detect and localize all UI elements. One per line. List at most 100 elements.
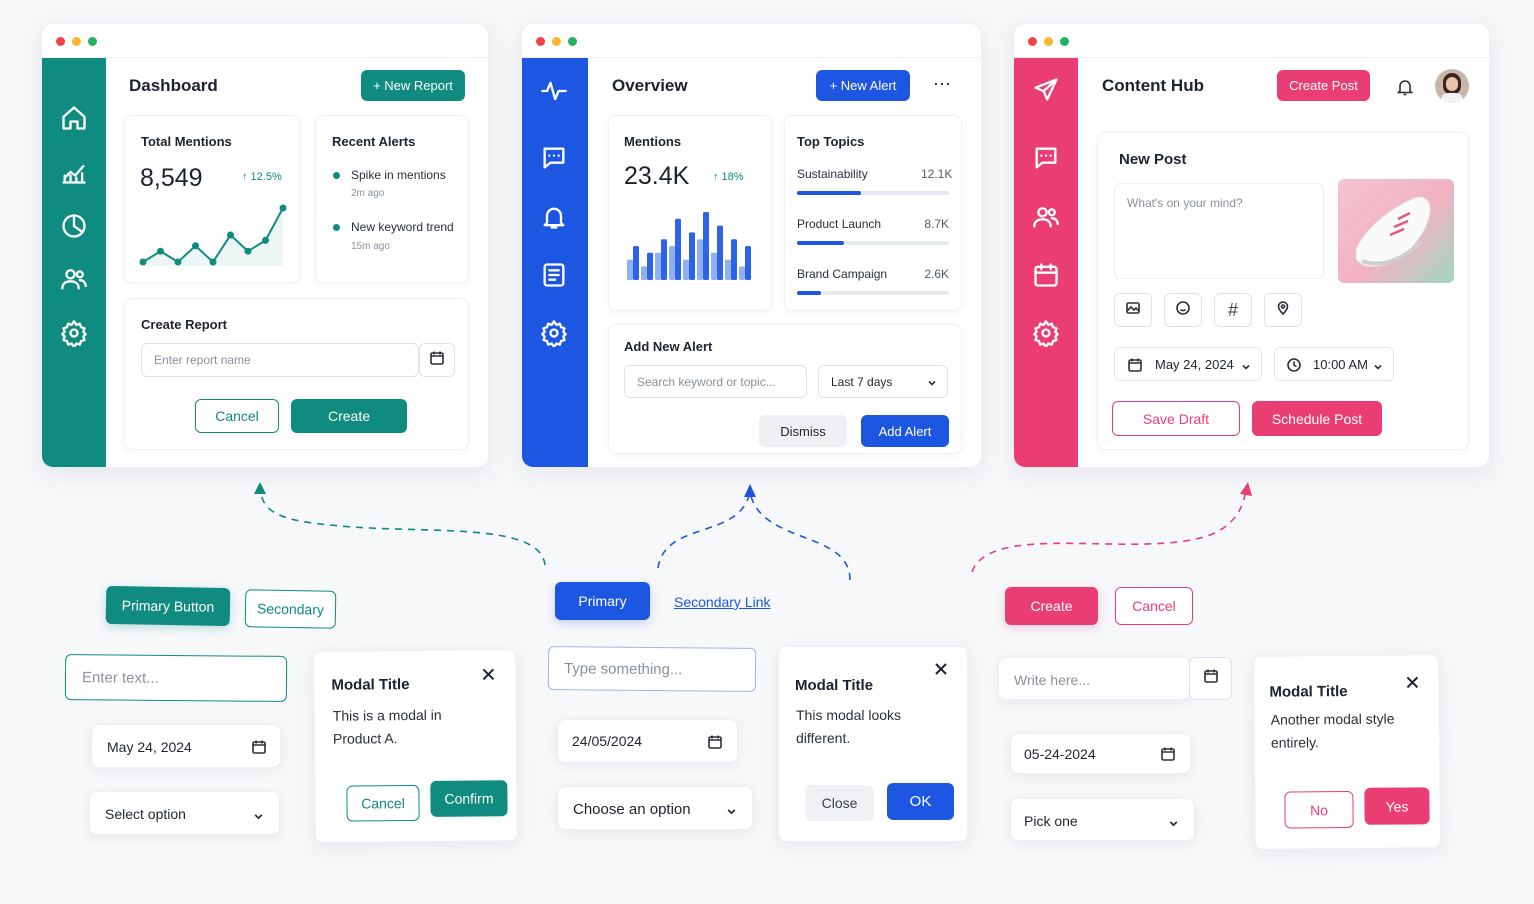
modal-close-button[interactable]: Close: [805, 785, 874, 821]
users-icon[interactable]: [60, 265, 88, 293]
card-label: Mentions: [624, 134, 682, 149]
avatar[interactable]: [1435, 69, 1469, 103]
teal-date-picker[interactable]: May 24, 2024: [91, 724, 281, 768]
add-alert-button[interactable]: Add Alert: [861, 415, 949, 447]
blue-select[interactable]: Choose an option: [557, 786, 753, 830]
dashboard-window: Dashboard + New Report Total Mentions 8,…: [41, 23, 489, 468]
post-date-picker[interactable]: May 24, 2024: [1114, 347, 1262, 381]
maximize-dot[interactable]: [88, 37, 97, 46]
mentions-value: 8,549: [140, 164, 203, 192]
modal-confirm-button[interactable]: Confirm: [430, 780, 508, 817]
blue-primary-button[interactable]: Primary: [555, 582, 650, 620]
close-icon[interactable]: [934, 662, 948, 676]
range-select[interactable]: Last 7 days: [818, 365, 948, 398]
pink-date-picker[interactable]: 05-24-2024: [1010, 733, 1191, 774]
sneaker-icon: [1355, 196, 1431, 267]
pink-text-input[interactable]: Write here...: [998, 657, 1190, 700]
bar-light: [683, 259, 689, 280]
blue-modal: Modal Title This modal looks different. …: [778, 646, 968, 842]
minimize-dot[interactable]: [1044, 37, 1053, 46]
topic-progress-track: [797, 191, 949, 195]
create-post-button[interactable]: Create Post: [1277, 70, 1370, 101]
pink-create-button[interactable]: Create: [1005, 587, 1098, 625]
modal-ok-button[interactable]: OK: [887, 783, 954, 820]
blue-text-input[interactable]: Type something...: [547, 646, 757, 692]
status-dot: [333, 224, 340, 231]
create-button[interactable]: Create: [291, 399, 407, 433]
modal-yes-button[interactable]: Yes: [1364, 787, 1430, 825]
page-title: Content Hub: [1102, 76, 1204, 95]
calendar-icon: [1127, 357, 1143, 376]
close-icon[interactable]: [1405, 675, 1419, 689]
calendar-button[interactable]: [419, 343, 455, 377]
settings-icon[interactable]: [540, 319, 568, 349]
new-alert-button[interactable]: + New Alert: [816, 70, 910, 101]
calendar-icon[interactable]: [1032, 261, 1060, 289]
activity-icon[interactable]: [540, 77, 568, 105]
bar-dark: [647, 252, 653, 280]
minimize-dot[interactable]: [552, 37, 561, 46]
report-name-input[interactable]: Enter report name: [141, 343, 419, 377]
mentions-bar-chart: [627, 212, 751, 280]
bar-dark: [661, 239, 667, 280]
chat-icon[interactable]: [540, 144, 568, 172]
topic-progress-track: [797, 291, 949, 295]
teal-secondary-button[interactable]: Secondary: [244, 589, 337, 629]
teal-text-input[interactable]: Enter text...: [64, 654, 288, 702]
cancel-button[interactable]: Cancel: [195, 399, 279, 433]
blue-secondary-link[interactable]: Secondary Link: [674, 594, 771, 610]
post-image-sneaker[interactable]: [1338, 179, 1454, 283]
image-button[interactable]: [1114, 293, 1152, 327]
post-text-area[interactable]: What's on your mind?: [1114, 183, 1324, 279]
close-dot[interactable]: [56, 37, 65, 46]
more-icon[interactable]: ⋯: [933, 74, 951, 95]
maximize-dot[interactable]: [1060, 37, 1069, 46]
blue-date-picker[interactable]: 24/05/2024: [557, 719, 738, 763]
post-time-picker[interactable]: 10:00 AM: [1274, 347, 1394, 381]
bell-icon[interactable]: [540, 203, 568, 231]
total-mentions-card: Total Mentions 8,549 ↑ 12.5%: [124, 115, 300, 283]
settings-icon[interactable]: [60, 319, 88, 349]
dismiss-button[interactable]: Dismiss: [759, 415, 847, 447]
create-report-card: Create Report Enter report name Cancel C…: [124, 298, 469, 450]
teal-select[interactable]: Select option: [89, 791, 280, 835]
new-report-button[interactable]: + New Report: [361, 70, 465, 101]
schedule-post-button[interactable]: Schedule Post: [1252, 401, 1382, 436]
maximize-dot[interactable]: [568, 37, 577, 46]
document-icon[interactable]: [540, 261, 568, 289]
emoji-button[interactable]: [1164, 293, 1202, 327]
avatar-shirt: [1441, 93, 1463, 103]
modal-title: Modal Title: [1269, 682, 1348, 701]
post-time-value: 10:00 AM: [1313, 356, 1368, 372]
bell-icon[interactable]: [1395, 77, 1415, 102]
close-icon[interactable]: [481, 667, 495, 681]
modal-cancel-button[interactable]: Cancel: [346, 784, 420, 822]
minimize-dot[interactable]: [72, 37, 81, 46]
recent-alerts-card: Recent Alerts Spike in mentions 2m ago N…: [315, 115, 469, 283]
teal-primary-button[interactable]: Primary Button: [105, 585, 231, 627]
chat-icon[interactable]: [1032, 144, 1060, 172]
keyword-search-input[interactable]: Search keyword or topic...: [624, 365, 807, 398]
pink-cancel-button[interactable]: Cancel: [1115, 587, 1193, 625]
save-draft-button[interactable]: Save Draft: [1112, 401, 1240, 436]
settings-icon[interactable]: [1032, 319, 1060, 349]
send-icon[interactable]: [1032, 76, 1060, 104]
clock-icon: [1286, 357, 1302, 376]
chart-icon[interactable]: [60, 158, 88, 186]
chevron-down-icon: [1241, 360, 1251, 375]
home-icon[interactable]: [60, 104, 88, 132]
hashtag-icon[interactable]: #: [1214, 293, 1252, 327]
location-icon: [1275, 300, 1291, 321]
location-button[interactable]: [1264, 293, 1302, 327]
modal-body: This is a modal in Product A.: [332, 706, 442, 747]
chevron-down-icon: [1168, 816, 1179, 834]
pink-calendar-button[interactable]: [1189, 657, 1232, 700]
close-dot[interactable]: [1028, 37, 1037, 46]
bar-dark: [731, 239, 737, 280]
pink-select[interactable]: Pick one: [1010, 798, 1195, 841]
users-icon[interactable]: [1032, 203, 1060, 231]
close-dot[interactable]: [536, 37, 545, 46]
modal-no-button[interactable]: No: [1284, 790, 1354, 829]
sparkline-chart: [139, 204, 287, 266]
pie-icon[interactable]: [60, 212, 88, 240]
